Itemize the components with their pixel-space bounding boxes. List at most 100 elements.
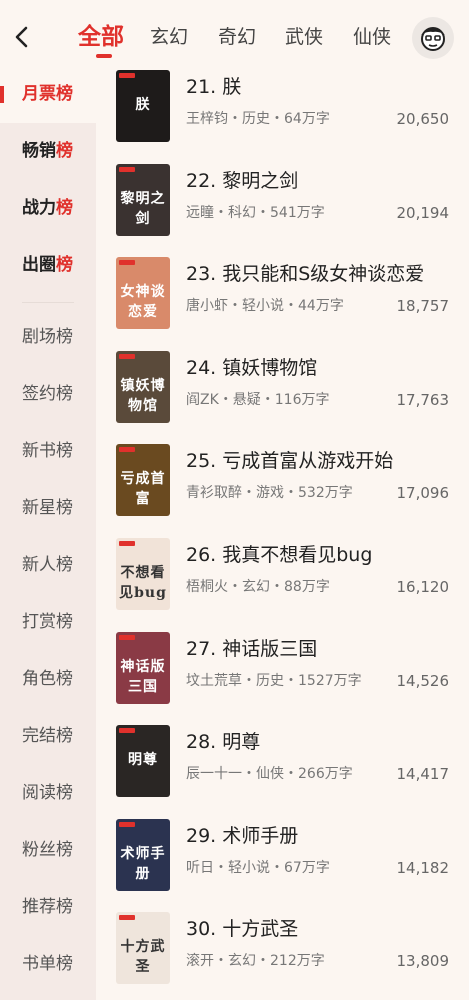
book-title[interactable]: 25. 亏成首富从游戏开始 <box>186 448 436 474</box>
sidebar-item-label: 剧场榜 <box>22 327 73 347</box>
publisher-badge <box>119 541 135 546</box>
sidebar-item-label: 畅销榜 <box>22 141 73 161</box>
sidebar-item-label: 角色榜 <box>22 669 73 689</box>
book-rank: 26. <box>186 544 217 566</box>
monthly-ticket-count: 17,096 <box>396 484 450 503</box>
book-list-item[interactable]: 朕 21. 朕 王梓钧・历史・64万字 20,650 <box>96 66 469 160</box>
book-title-text: 十方武圣 <box>222 918 299 941</box>
sidebar-divider <box>22 302 74 303</box>
active-tab-indicator <box>96 54 112 58</box>
sidebar-item-suffix: 榜 <box>56 141 73 161</box>
tab-xianxia[interactable]: 仙侠 <box>353 20 391 54</box>
book-meta: 听日・轻小说・67万字 <box>186 859 330 876</box>
book-meta: 辰一十一・仙侠・266万字 <box>186 766 353 783</box>
top-header: 全部 玄幻 奇幻 武侠 仙侠 <box>0 0 469 72</box>
back-button[interactable] <box>10 22 36 52</box>
avatar[interactable] <box>412 17 454 59</box>
sidebar-item-suffix: 榜 <box>56 255 73 275</box>
book-cover[interactable]: 朕 <box>116 70 170 142</box>
cover-title: 女神谈恋爱 <box>120 284 166 321</box>
book-title-text: 术师手册 <box>222 824 299 847</box>
sidebar-item-signed[interactable]: 签约榜 <box>0 366 96 423</box>
book-rank: 30. <box>186 918 217 941</box>
sidebar-item-new-books[interactable]: 新书榜 <box>0 423 96 480</box>
book-cover[interactable]: 明尊 <box>116 725 170 798</box>
sidebar-item-booklists[interactable]: 书单榜 <box>0 936 96 993</box>
sidebar-item-completed[interactable]: 完结榜 <box>0 708 96 765</box>
tab-xuanhuan[interactable]: 玄幻 <box>150 20 188 54</box>
cover-title: 朕 <box>135 97 151 113</box>
sidebar-item-label: 粉丝榜 <box>22 840 73 860</box>
book-title[interactable]: 22. 黎明之剑 <box>186 168 436 194</box>
book-title[interactable]: 30. 十方武圣 <box>186 916 436 942</box>
sidebar-item-label: 完结榜 <box>22 726 73 746</box>
sidebar-item-bestseller[interactable]: 畅销榜 <box>0 123 96 180</box>
sidebar-item-theater[interactable]: 剧场榜 <box>0 309 96 366</box>
publisher-badge <box>119 728 135 734</box>
publisher-badge <box>119 447 135 453</box>
book-cover[interactable]: 十方武圣 <box>116 912 170 985</box>
cover-title: 十方武圣 <box>120 939 166 976</box>
book-list-item[interactable]: 不想看见bug 26. 我真不想看见bug 梧桐火・玄幻・88万字 16,120 <box>96 534 469 628</box>
book-list-item[interactable]: 术师手册 29. 术师手册 听日・轻小说・67万字 14,182 <box>96 815 469 909</box>
sidebar-item-characters[interactable]: 角色榜 <box>0 651 96 708</box>
book-title[interactable]: 26. 我真不想看见bug <box>186 542 436 568</box>
sidebar-item-label: 阅读榜 <box>22 783 73 803</box>
sidebar-item-breakout[interactable]: 出圈榜 <box>0 237 96 294</box>
sidebar-item-new-stars[interactable]: 新星榜 <box>0 480 96 537</box>
book-cover[interactable]: 镇妖博物馆 <box>116 350 170 423</box>
book-ranking-list: 朕 21. 朕 王梓钧・历史・64万字 20,650 黎明之剑 22. 黎明之剑 远… <box>96 66 469 1000</box>
sidebar-item-rewards[interactable]: 打赏榜 <box>0 594 96 651</box>
monthly-ticket-count: 13,809 <box>396 952 450 971</box>
sidebar-item-label: 打赏榜 <box>22 612 73 632</box>
publisher-badge <box>119 73 135 78</box>
cover-title: 神话版三国 <box>120 658 166 695</box>
book-title[interactable]: 24. 镇妖博物馆 <box>186 355 436 381</box>
sidebar-item-newcomers[interactable]: 新人榜 <box>0 537 96 594</box>
book-title[interactable]: 29. 术师手册 <box>186 823 436 849</box>
book-list-item[interactable]: 十方武圣 30. 十方武圣 滚开・玄幻・212万字 13,809 <box>96 908 469 1000</box>
publisher-badge <box>119 166 135 172</box>
book-title-text: 朕 <box>222 76 242 98</box>
book-list-item[interactable]: 黎明之剑 22. 黎明之剑 远瞳・科幻・541万字 20,194 <box>96 160 469 254</box>
book-cover[interactable]: 女神谈恋爱 <box>116 257 170 330</box>
book-list-item[interactable]: 亏成首富 25. 亏成首富从游戏开始 青衫取醉・游戏・532万字 17,096 <box>96 440 469 534</box>
book-list-item[interactable]: 明尊 28. 明尊 辰一十一・仙侠・266万字 14,417 <box>96 721 469 815</box>
book-title[interactable]: 21. 朕 <box>186 74 436 100</box>
sidebar-item-label: 推荐榜 <box>22 897 73 917</box>
publisher-badge <box>119 821 135 827</box>
book-title[interactable]: 23. 我只能和S级女神谈恋爱 <box>186 261 436 287</box>
monthly-ticket-count: 16,120 <box>396 578 450 596</box>
book-meta: 坟土荒草・历史・1527万字 <box>186 672 362 689</box>
sidebar-item-reading[interactable]: 阅读榜 <box>0 765 96 822</box>
book-list-item[interactable]: 神话版三国 27. 神话版三国 坟土荒草・历史・1527万字 14,526 <box>96 628 469 722</box>
sidebar-item-monthly-ticket[interactable]: 月票榜 <box>0 66 96 123</box>
tab-qihuan[interactable]: 奇幻 <box>218 20 256 54</box>
book-rank: 27. <box>186 637 217 660</box>
book-title-text: 我只能和S级女神谈恋爱 <box>222 263 425 286</box>
sidebar-item-label: 书单榜 <box>22 954 73 974</box>
sidebar-item-label: 出圈榜 <box>22 255 73 275</box>
book-list-item[interactable]: 女神谈恋爱 23. 我只能和S级女神谈恋爱 唐小虾・轻小说・44万字 18,757 <box>96 253 469 347</box>
tab-all[interactable]: 全部 <box>78 20 124 54</box>
book-cover[interactable]: 黎明之剑 <box>116 163 170 236</box>
cover-title: 明尊 <box>128 752 158 769</box>
book-title[interactable]: 27. 神话版三国 <box>186 636 436 662</box>
book-meta: 滚开・玄幻・212万字 <box>186 953 325 970</box>
cover-title: 亏成首富 <box>120 471 166 508</box>
book-meta: 青衫取醉・游戏・532万字 <box>186 485 353 502</box>
publisher-badge <box>119 260 135 266</box>
sidebar-item-suffix: 榜 <box>56 198 73 218</box>
tab-wuxia[interactable]: 武侠 <box>285 20 323 54</box>
book-list-item[interactable]: 镇妖博物馆 24. 镇妖博物馆 阎ZK・悬疑・116万字 17,763 <box>96 347 469 441</box>
book-cover[interactable]: 神话版三国 <box>116 631 170 704</box>
book-cover[interactable]: 术师手册 <box>116 818 170 891</box>
book-cover[interactable]: 不想看见bug <box>116 538 170 610</box>
book-title[interactable]: 28. 明尊 <box>186 729 436 755</box>
sidebar-item-label: 新星榜 <box>22 498 73 518</box>
sidebar-item-recommended[interactable]: 推荐榜 <box>0 879 96 936</box>
sidebar-item-power[interactable]: 战力榜 <box>0 180 96 237</box>
sidebar-item-fans[interactable]: 粉丝榜 <box>0 822 96 879</box>
book-cover[interactable]: 亏成首富 <box>116 444 170 517</box>
sidebar-item-label: 签约榜 <box>22 384 73 404</box>
